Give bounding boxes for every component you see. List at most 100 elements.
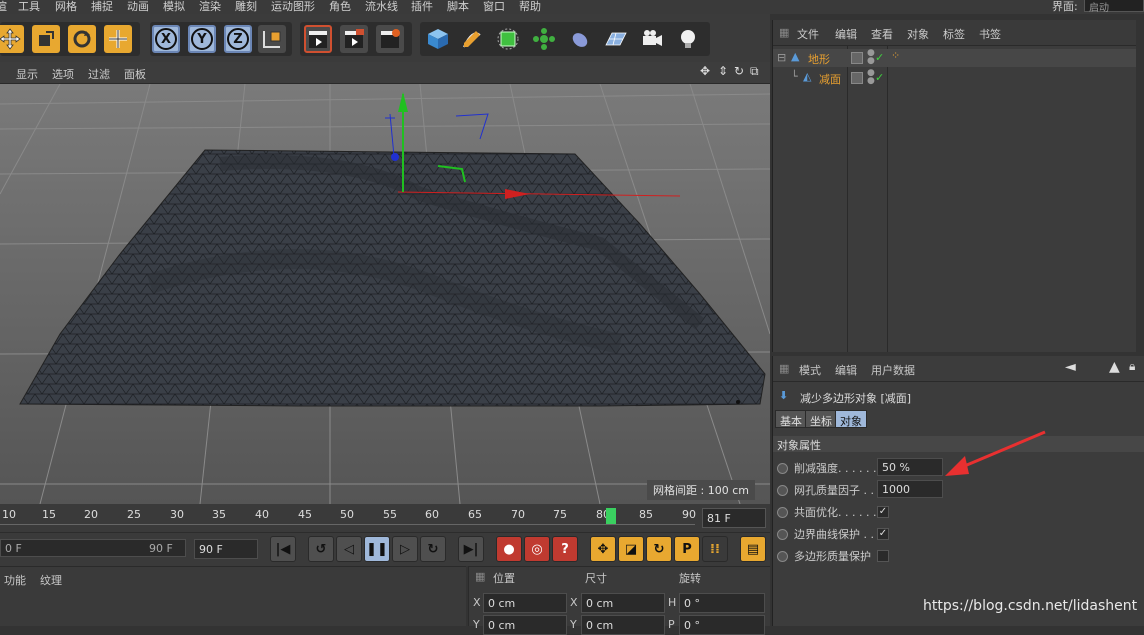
x-axis-lock-button[interactable]: X — [152, 25, 180, 53]
viewport-menu-options[interactable]: 选项 — [52, 66, 74, 82]
next-frame-icon[interactable]: ▷ — [392, 536, 418, 562]
next-key-icon[interactable]: ↻ — [420, 536, 446, 562]
current-frame-field[interactable]: 81 F — [702, 508, 766, 528]
mesh-quality-field[interactable]: 1000 — [877, 480, 943, 498]
film-icon[interactable]: ▤ — [740, 536, 766, 562]
size-y-field[interactable]: 0 cm — [581, 615, 665, 635]
size-x-field[interactable]: 0 cm — [581, 593, 665, 613]
z-axis-lock-button[interactable]: Z — [224, 25, 252, 53]
om-menu-object[interactable]: 对象 — [907, 26, 929, 42]
om-menu-bookmarks[interactable]: 书签 — [979, 26, 1001, 42]
go-to-end-icon[interactable]: ▶| — [458, 536, 484, 562]
cloner-icon[interactable] — [530, 25, 558, 53]
record-keys-icon[interactable]: ● — [496, 536, 522, 562]
key-scale-icon[interactable]: ◪ — [618, 536, 644, 562]
coordinate-system-icon[interactable] — [258, 25, 286, 53]
tab-coordinates[interactable]: 坐标 — [805, 410, 837, 428]
up-arrow-icon[interactable]: ▲ — [1109, 359, 1120, 375]
menu-item-mograph[interactable]: 运动图形 — [271, 0, 315, 14]
viewport-move-icon[interactable]: ✥ — [700, 64, 710, 78]
layer-icon[interactable] — [851, 52, 863, 64]
object-row-reduction[interactable]: └ ◭ 减面 ● ● ✓ — [773, 69, 1144, 87]
menu-item-tools[interactable]: 工具 — [18, 0, 40, 14]
animate-radio-icon[interactable] — [777, 462, 788, 474]
key-point-level-icon[interactable]: ⁞⁞ — [702, 536, 728, 562]
tab-object[interactable]: 对象 — [835, 410, 867, 428]
material-menu-function[interactable]: 功能 — [4, 572, 26, 588]
viewport-menu-panel[interactable]: 面板 — [124, 66, 146, 82]
range-slider[interactable]: 0 F 90 F — [0, 539, 186, 557]
go-to-start-icon[interactable]: |◀ — [270, 536, 296, 562]
om-menu-file[interactable]: 文件 — [797, 26, 819, 42]
key-parameter-icon[interactable]: P — [674, 536, 700, 562]
viewport-zoom-icon[interactable]: ⇕ — [718, 64, 728, 78]
rotation-h-field[interactable]: 0 ° — [679, 593, 765, 613]
move-tool-icon[interactable] — [0, 25, 24, 53]
rotate-tool-icon[interactable] — [68, 25, 96, 53]
tree-collapse-icon[interactable]: ⊟ — [777, 51, 786, 64]
menu-item-character[interactable]: 角色 — [329, 0, 351, 14]
enabled-check-icon[interactable]: ✓ — [875, 71, 884, 84]
rotation-p-field[interactable]: 0 ° — [679, 615, 765, 635]
keyframe-selection-icon[interactable]: ? — [552, 536, 578, 562]
menu-item-script[interactable]: 脚本 — [447, 0, 469, 14]
max-frame-field[interactable]: 90 F — [194, 539, 258, 559]
position-x-field[interactable]: 0 cm — [483, 593, 567, 613]
render-view-icon[interactable] — [304, 25, 332, 53]
panel-grip-icon[interactable]: ▦ — [475, 570, 485, 583]
menu-item-render-partial[interactable]: 渲 — [0, 0, 7, 14]
interface-layout-select[interactable]: 启动 — [1084, 0, 1144, 14]
panel-grip-icon[interactable]: ▦ — [779, 362, 789, 375]
visibility-dots-icon[interactable]: ● ● — [867, 49, 875, 66]
animate-radio-icon[interactable] — [777, 550, 788, 562]
menu-item-help[interactable]: 帮助 — [519, 0, 541, 14]
visibility-dots-icon[interactable]: ● ● — [867, 69, 875, 86]
viewport-menu-filter[interactable]: 过滤 — [88, 66, 110, 82]
menu-item-simulate[interactable]: 模拟 — [163, 0, 185, 14]
tab-basic[interactable]: 基本 — [775, 410, 807, 428]
tag-icon[interactable]: ⁘ — [891, 49, 900, 62]
reduction-strength-field[interactable]: 50 % — [877, 458, 943, 476]
om-scrollbar[interactable] — [1136, 20, 1144, 352]
pen-spline-icon[interactable] — [458, 25, 486, 53]
camera-icon[interactable] — [638, 25, 666, 53]
animate-radio-icon[interactable] — [777, 506, 788, 518]
material-menu-texture[interactable]: 纹理 — [40, 572, 62, 588]
render-picture-viewer-icon[interactable] — [340, 25, 368, 53]
auto-keying-icon[interactable]: ◎ — [524, 536, 550, 562]
previous-key-icon[interactable]: ↺ — [308, 536, 334, 562]
enabled-check-icon[interactable]: ✓ — [875, 51, 884, 64]
floor-icon[interactable] — [602, 25, 630, 53]
lock-icon[interactable]: 🔒︎ — [1129, 359, 1135, 374]
3d-viewport[interactable]: 网格间距 : 100 cm — [0, 84, 770, 504]
deformer-icon[interactable] — [566, 25, 594, 53]
y-axis-lock-button[interactable]: Y — [188, 25, 216, 53]
light-icon[interactable] — [674, 25, 702, 53]
menu-item-mesh[interactable]: 网格 — [55, 0, 77, 14]
viewport-menu-display[interactable]: 显示 — [16, 66, 38, 82]
back-arrow-icon[interactable]: ◄ — [1065, 359, 1076, 375]
previous-frame-icon[interactable]: ◁ — [336, 536, 362, 562]
menu-item-animate[interactable]: 动画 — [127, 0, 149, 14]
cube-icon[interactable] — [424, 25, 452, 53]
panel-grip-icon[interactable]: ▦ — [779, 26, 789, 39]
om-menu-edit[interactable]: 编辑 — [835, 26, 857, 42]
polygon-quality-checkbox[interactable] — [877, 550, 889, 562]
boundary-curve-checkbox[interactable]: ✓ — [877, 528, 889, 540]
menu-item-pipeline[interactable]: 流水线 — [365, 0, 398, 14]
animate-radio-icon[interactable] — [777, 528, 788, 540]
menu-item-sculpt[interactable]: 雕刻 — [235, 0, 257, 14]
subdivision-surface-icon[interactable] — [494, 25, 522, 53]
scale-tool-icon[interactable] — [32, 25, 60, 53]
om-menu-tags[interactable]: 标签 — [943, 26, 965, 42]
menu-item-plugins[interactable]: 插件 — [411, 0, 433, 14]
viewport-rotate-icon[interactable]: ↻ — [734, 64, 744, 78]
layer-icon[interactable] — [851, 72, 863, 84]
menu-item-render[interactable]: 渲染 — [199, 0, 221, 14]
attr-menu-userdata[interactable]: 用户数据 — [871, 362, 915, 378]
position-y-field[interactable]: 0 cm — [483, 615, 567, 635]
viewport-maximize-icon[interactable]: ⧉ — [750, 64, 759, 79]
om-menu-view[interactable]: 查看 — [871, 26, 893, 42]
menu-item-window[interactable]: 窗口 — [483, 0, 505, 14]
menu-item-snap[interactable]: 捕捉 — [91, 0, 113, 14]
